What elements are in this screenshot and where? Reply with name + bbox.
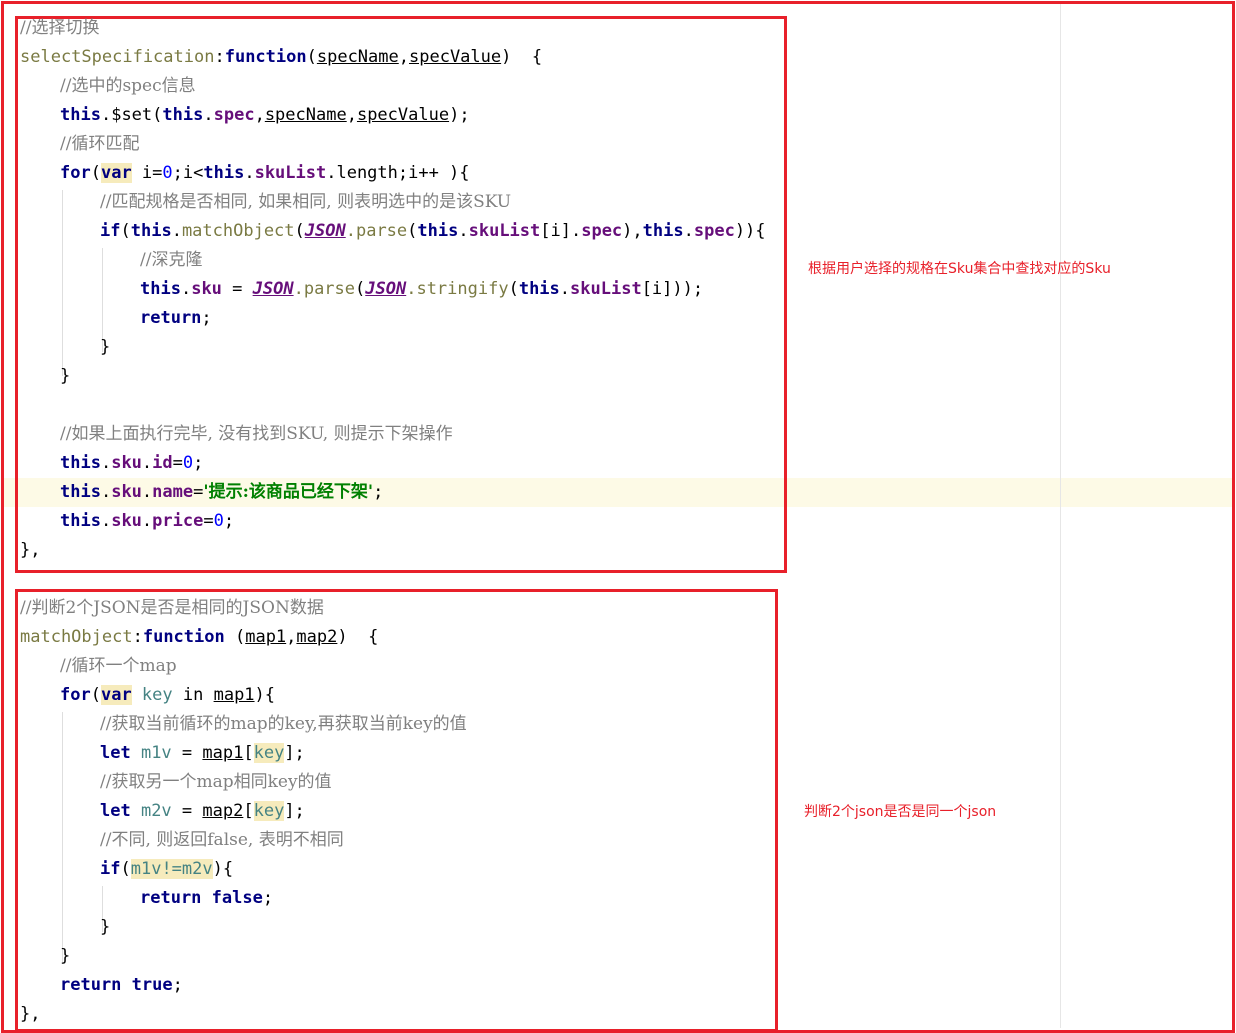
code-line: this.sku.id=0;: [60, 453, 204, 473]
code-line: //循环匹配: [60, 134, 140, 154]
code-line: let m2v = map2[key];: [100, 801, 305, 821]
code-line: //获取当前循环的map的key,再获取当前key的值: [100, 714, 467, 734]
code-line: //判断2个JSON是否是相同的JSON数据: [20, 598, 324, 618]
code-line: if(this.matchObject(JSON.parse(this.skuL…: [100, 221, 766, 241]
code-line: for(var i=0;i<this.skuList.length;i++ ){: [60, 163, 470, 183]
code-line: this.$set(this.spec,specName,specValue);: [60, 105, 470, 125]
code-line: //选择切换: [20, 18, 100, 38]
code-line: }: [60, 946, 71, 966]
code-line: //匹配规格是否相同, 如果相同, 则表明选中的是该SKU: [100, 192, 512, 212]
code-line: //选中的spec信息: [60, 76, 196, 96]
code-line: let m1v = map1[key];: [100, 743, 305, 763]
code-line: //循环一个map: [60, 656, 177, 676]
code-line: }: [100, 917, 111, 937]
code-editor[interactable]: //选择切换 selectSpecification:function(spec…: [20, 14, 766, 1029]
code-line: }: [60, 366, 71, 386]
code-line: }: [100, 337, 111, 357]
annotation-json-compare: 判断2个json是否是同一个json: [804, 804, 997, 820]
code-line: this.sku.price=0;: [60, 511, 235, 531]
code-line: return;: [140, 308, 212, 328]
code-line: this.sku = JSON.parse(JSON.stringify(thi…: [140, 279, 704, 299]
code-line: },: [20, 540, 41, 560]
code-line: //获取另一个map相同key的值: [100, 772, 332, 792]
code-line: matchObject:function (map1,map2) {: [20, 627, 379, 647]
code-line: //不同, 则返回false, 表明不相同: [100, 830, 344, 850]
code-line: if(m1v!=m2v){: [100, 859, 234, 879]
code-line: return false;: [140, 888, 274, 908]
annotation-sku-lookup: 根据用户选择的规格在Sku集合中查找对应的Sku: [808, 261, 1111, 277]
code-line: //深克隆: [140, 250, 203, 270]
code-line: //如果上面执行完毕, 没有找到SKU, 则提示下架操作: [60, 424, 453, 444]
code-line: return true;: [60, 975, 183, 995]
code-line: for(var key in map1){: [60, 685, 276, 705]
code-line-current: this.sku.name='提示:该商品已经下架';: [60, 482, 384, 502]
code-line: },: [20, 1004, 41, 1024]
code-line: selectSpecification:function(specName,sp…: [20, 47, 543, 67]
